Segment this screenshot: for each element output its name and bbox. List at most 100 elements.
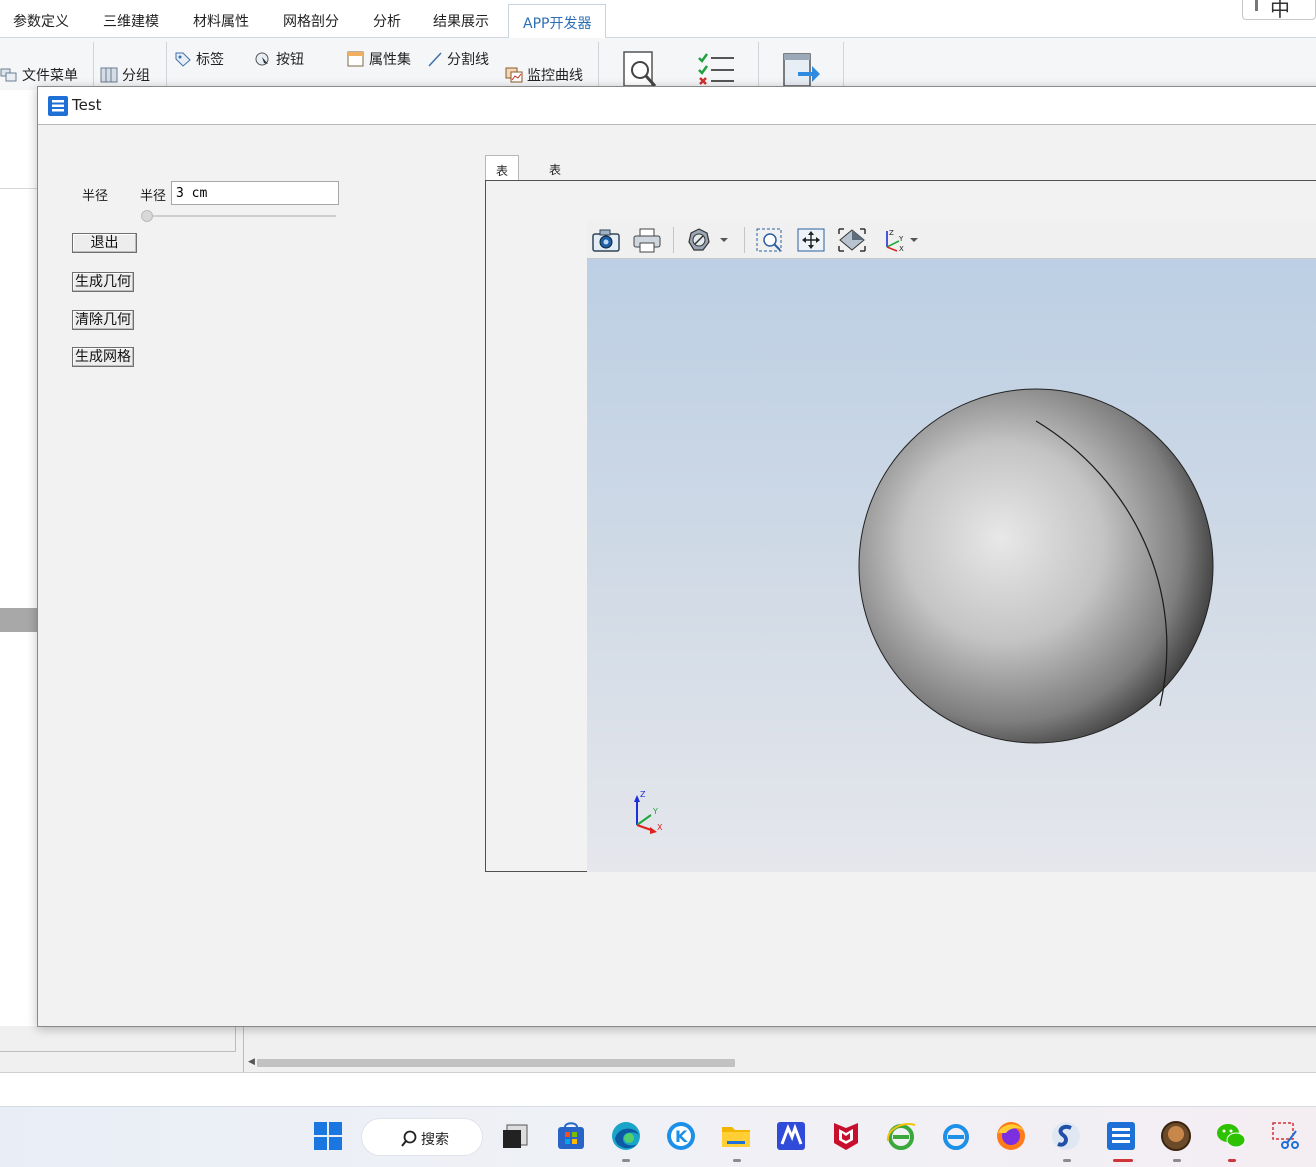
panel-splitter[interactable] — [0, 608, 38, 632]
mcafee-icon[interactable] — [829, 1119, 863, 1153]
divider — [243, 1026, 244, 1072]
pointer-icon — [254, 51, 272, 71]
search-label: 搜索 — [421, 1132, 449, 1148]
axis-label-z: Z — [640, 790, 646, 799]
split-line-label: 分割线 — [447, 52, 489, 68]
divider — [235, 1026, 236, 1052]
axis-label-x: X — [657, 823, 663, 832]
ribbon-tab-parameters[interactable]: 参数定义 — [13, 11, 69, 31]
3d-viewport[interactable]: Z Y X — [587, 259, 1316, 872]
ribbon-tab-mesh[interactable]: 网格剖分 — [283, 11, 339, 31]
horizontal-scrollbar[interactable]: ◀ — [246, 1057, 1316, 1069]
status-area — [0, 1072, 1316, 1106]
sphere-geometry[interactable] — [858, 388, 1214, 744]
ribbon-body: 文件菜单 分组 页 标签 按钮 属性集 分割线 监控曲线 — [0, 38, 1316, 115]
m-app-icon[interactable] — [774, 1119, 808, 1153]
tab-form2[interactable]: 表单2 — [485, 155, 520, 210]
left-panel — [0, 90, 38, 1050]
zoom-box-icon[interactable] — [755, 227, 785, 257]
axis-triad: Z Y X — [634, 790, 663, 834]
ribbon-separator — [93, 42, 94, 88]
ribbon-tab-results[interactable]: 结果展示 — [433, 11, 489, 31]
svg-text:Y: Y — [898, 235, 904, 243]
running-indicator — [1173, 1159, 1181, 1162]
search-icon — [400, 1130, 418, 1152]
group-icon — [100, 67, 118, 87]
file-menu-icon — [0, 67, 18, 87]
svg-text:K: K — [675, 1127, 688, 1146]
property-set-button[interactable]: 属性集 — [347, 49, 411, 71]
start-icon[interactable] — [312, 1119, 346, 1153]
store-icon[interactable] — [554, 1119, 588, 1153]
monitor-curve-label: 监控曲线 — [527, 68, 583, 84]
wechat-icon[interactable] — [1214, 1119, 1248, 1153]
divider — [0, 188, 38, 189]
monitor-curve-icon — [505, 67, 523, 87]
button-button[interactable]: 按钮 — [254, 49, 304, 71]
running-indicator — [622, 1159, 630, 1162]
running-indicator — [1063, 1159, 1071, 1162]
ribbon-separator — [843, 42, 844, 88]
radius-group-label: 半径 — [82, 189, 109, 204]
snipping-icon[interactable] — [1269, 1119, 1303, 1153]
ie-green-icon[interactable] — [884, 1119, 918, 1153]
ribbon-tab-materials[interactable]: 材料属性 — [193, 11, 249, 31]
radius-input[interactable] — [171, 181, 339, 205]
fit-view-icon[interactable] — [837, 227, 867, 257]
axes-view-icon[interactable]: ZYX — [879, 227, 927, 257]
ribbon-tab-app-developer[interactable]: APP开发器 — [508, 4, 607, 39]
task-view-icon[interactable] — [499, 1119, 533, 1153]
modeler-app-icon[interactable] — [1104, 1119, 1138, 1153]
file-menu-button[interactable]: 文件菜单 — [0, 65, 78, 87]
firefox-icon[interactable] — [994, 1119, 1028, 1153]
scroll-left-icon[interactable]: ◀ — [248, 1057, 255, 1067]
ribbon-tab-analysis[interactable]: 分析 — [373, 11, 401, 31]
ribbon-separator — [166, 42, 167, 88]
clear-geometry-button[interactable]: 清除几何 — [72, 310, 134, 330]
avatar-app-icon[interactable] — [1159, 1119, 1193, 1153]
camera-icon[interactable] — [591, 227, 621, 257]
file-explorer-icon[interactable] — [719, 1119, 753, 1153]
ribbon-separator — [758, 42, 759, 88]
ribbon-tab-bar: 参数定义 三维建模 材料属性 网格剖分 分析 结果展示 APP开发器 — [0, 0, 1316, 39]
monitor-curve-button[interactable]: 监控曲线 — [505, 65, 583, 87]
label-button[interactable]: 标签 — [174, 49, 224, 71]
button-label: 按钮 — [276, 52, 304, 68]
edge-icon[interactable] — [609, 1119, 643, 1153]
input-method-glyph: 中 — [1270, 0, 1290, 21]
label-label: 标签 — [196, 52, 224, 68]
form2-pane: ZYX Z Y X — [485, 180, 1316, 872]
divider — [1255, 0, 1258, 11]
notification-indicator — [1228, 1159, 1236, 1162]
toolbar-separator — [744, 227, 745, 253]
group-button[interactable]: 分组 — [100, 65, 150, 87]
ie-icon[interactable] — [939, 1119, 973, 1153]
render-mode-icon[interactable] — [686, 227, 734, 257]
test-dialog: Test 半径 半径 退出 生成几何 清除几何 生成网格 表单2 表单3 — [37, 86, 1316, 1027]
scrollbar-thumb[interactable] — [257, 1059, 735, 1067]
toolbar-separator — [673, 227, 674, 253]
print-icon[interactable] — [632, 227, 662, 257]
input-method-indicator[interactable]: 中 — [1242, 0, 1316, 21]
generate-mesh-button[interactable]: 生成网格 — [72, 347, 134, 367]
svg-text:X: X — [899, 245, 904, 253]
ribbon-tab-3d-modeling[interactable]: 三维建模 — [103, 11, 159, 31]
tab-form3[interactable]: 表单3 — [539, 155, 571, 209]
taskbar-search[interactable]: 搜索 — [361, 1118, 483, 1156]
dialog-titlebar[interactable]: Test — [38, 87, 1316, 125]
group-label: 分组 — [122, 68, 150, 84]
active-indicator — [1113, 1159, 1133, 1162]
property-set-label: 属性集 — [369, 52, 411, 68]
generate-geometry-button[interactable]: 生成几何 — [72, 272, 134, 292]
running-indicator — [733, 1159, 741, 1162]
s-app-icon[interactable] — [1049, 1119, 1083, 1153]
radius-slider[interactable] — [141, 210, 336, 222]
file-menu-label: 文件菜单 — [22, 68, 78, 84]
dialog-title: Test — [72, 96, 102, 114]
k-app-icon[interactable]: K — [664, 1119, 698, 1153]
slider-handle[interactable] — [141, 210, 153, 222]
split-line-button[interactable]: 分割线 — [427, 49, 489, 71]
pan-icon[interactable] — [796, 227, 826, 257]
svg-text:Z: Z — [889, 229, 894, 237]
exit-button[interactable]: 退出 — [72, 233, 137, 253]
